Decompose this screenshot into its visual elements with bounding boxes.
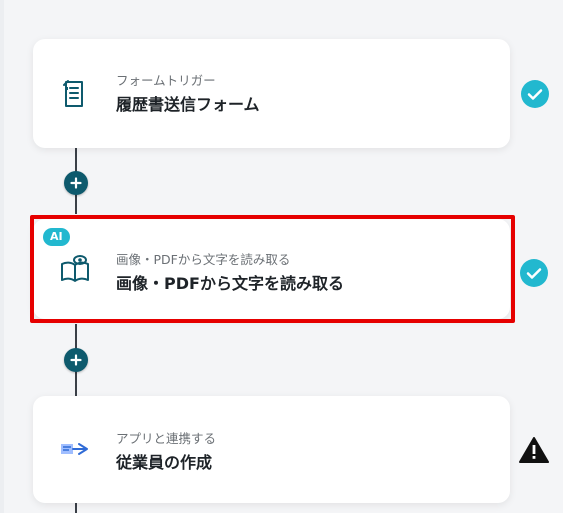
checkmark-icon bbox=[519, 258, 549, 288]
add-step-button-2[interactable] bbox=[64, 348, 88, 372]
workflow-canvas: フォームトリガー 履歴書送信フォーム 画像・PDFから文字を読み取る 画像・PD… bbox=[0, 0, 563, 513]
selected-step-highlight bbox=[30, 215, 515, 323]
checkmark-icon bbox=[520, 79, 550, 109]
plus-icon bbox=[70, 177, 82, 189]
add-step-button-1[interactable] bbox=[64, 171, 88, 195]
step-card-app-integration[interactable]: アプリと連携する 従業員の作成 bbox=[33, 396, 510, 503]
connector-line-3 bbox=[75, 503, 77, 513]
step-title: 履歴書送信フォーム bbox=[116, 95, 260, 114]
form-document-icon bbox=[55, 74, 95, 114]
step-subtitle: フォームトリガー bbox=[116, 73, 216, 88]
warning-triangle-icon bbox=[519, 435, 549, 465]
plus-icon bbox=[70, 354, 82, 366]
step-title: 従業員の作成 bbox=[116, 453, 213, 472]
step-subtitle: アプリと連携する bbox=[116, 431, 217, 446]
app-connector-icon bbox=[55, 430, 95, 470]
canvas-left-edge bbox=[0, 0, 4, 513]
step-card-form-trigger[interactable]: フォームトリガー 履歴書送信フォーム bbox=[33, 39, 510, 148]
